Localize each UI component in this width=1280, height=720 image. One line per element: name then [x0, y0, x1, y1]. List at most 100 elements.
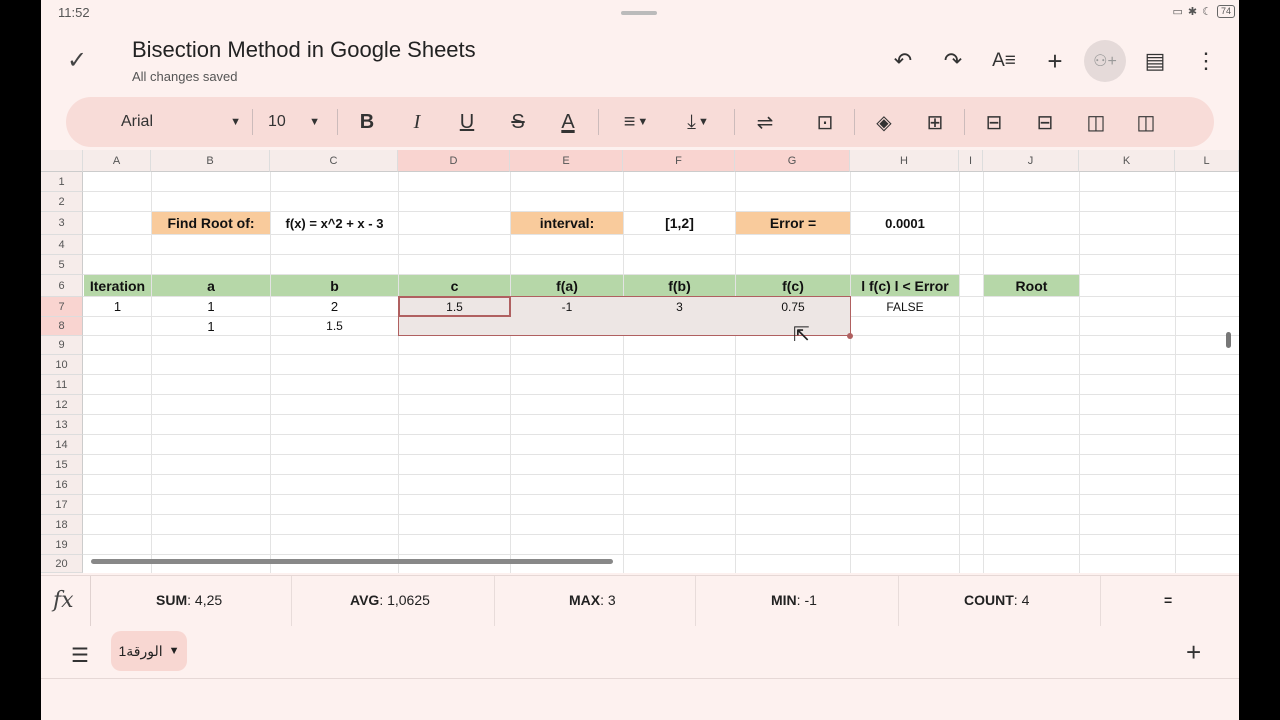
check-icon[interactable]: ✓: [67, 46, 87, 75]
row-header-1[interactable]: 1: [41, 172, 83, 192]
cell-g3[interactable]: Error =: [736, 212, 850, 234]
stat-count[interactable]: COUNT: 4: [964, 592, 1029, 608]
sheet-tab-active[interactable]: الورقة1 ▼: [111, 631, 187, 671]
select-all-corner[interactable]: [41, 150, 83, 172]
column-header-c[interactable]: C: [270, 150, 398, 172]
column-header-a[interactable]: A: [83, 150, 151, 172]
wrap-text-icon[interactable]: ⇌: [750, 97, 780, 147]
insert-row-above-icon[interactable]: ⊟: [979, 97, 1009, 147]
comment-icon[interactable]: ▤: [1134, 40, 1176, 82]
stat-avg[interactable]: AVG: 1,0625: [350, 592, 430, 608]
cell-e3[interactable]: interval:: [511, 212, 623, 234]
stat-sum[interactable]: SUM: 4,25: [156, 592, 222, 608]
column-header-g[interactable]: G: [735, 150, 850, 172]
column-header-h[interactable]: H: [850, 150, 959, 172]
cell-h6[interactable]: l f(c) l < Error: [851, 275, 959, 296]
column-header-d[interactable]: D: [398, 150, 510, 172]
doc-title[interactable]: Bisection Method in Google Sheets: [132, 37, 476, 63]
cell-b3[interactable]: Find Root of:: [152, 212, 270, 234]
strikethrough-icon[interactable]: S: [503, 97, 533, 147]
stat-min[interactable]: MIN: -1: [771, 592, 817, 608]
cell-g6[interactable]: f(c): [736, 275, 850, 296]
column-header-b[interactable]: B: [151, 150, 270, 172]
cell-h3[interactable]: 0.0001: [851, 212, 959, 234]
fill-color-icon[interactable]: ◈: [869, 97, 899, 147]
insert-row-below-icon[interactable]: ⊟: [1030, 97, 1060, 147]
row-header-18[interactable]: 18: [41, 515, 83, 535]
drag-handle[interactable]: [621, 11, 657, 15]
stat-equals[interactable]: =: [1164, 592, 1172, 608]
borders-icon[interactable]: ⊞: [920, 97, 950, 147]
cell-c3[interactable]: f(x) = x^2 + x - 3: [271, 212, 398, 234]
font-family-select[interactable]: Arial ▼: [121, 97, 241, 147]
row-header-3[interactable]: 3: [41, 212, 83, 235]
gridline: [398, 172, 399, 573]
row-header-5[interactable]: 5: [41, 255, 83, 275]
row-header-11[interactable]: 11: [41, 375, 83, 395]
row-header-20[interactable]: 20: [41, 555, 83, 573]
vertical-scrollbar[interactable]: [1226, 332, 1231, 348]
cell-a7[interactable]: 1: [84, 297, 151, 316]
horizontal-scrollbar[interactable]: [91, 559, 613, 564]
font-size-select[interactable]: 10 ▼: [268, 97, 320, 147]
all-sheets-icon[interactable]: ☰: [71, 643, 89, 668]
row-header-16[interactable]: 16: [41, 475, 83, 495]
row-header-14[interactable]: 14: [41, 435, 83, 455]
fx-icon[interactable]: fx: [53, 588, 74, 613]
row-header-2[interactable]: 2: [41, 192, 83, 212]
vertical-align-icon[interactable]: ⤓ ▼: [678, 97, 718, 147]
bold-icon[interactable]: B: [352, 97, 382, 147]
column-header-k[interactable]: K: [1079, 150, 1175, 172]
column-header-e[interactable]: E: [510, 150, 623, 172]
undo-icon[interactable]: ↶: [882, 40, 924, 82]
more-icon[interactable]: ⋮: [1185, 40, 1227, 82]
share-icon[interactable]: ⚇+: [1084, 40, 1126, 82]
underline-icon[interactable]: U: [452, 97, 482, 147]
column-header-f[interactable]: F: [623, 150, 735, 172]
cell-b7[interactable]: 1: [152, 297, 270, 316]
cell-h7[interactable]: FALSE: [851, 297, 959, 316]
merge-cells-icon[interactable]: ⊡: [810, 97, 840, 147]
row-header-13[interactable]: 13: [41, 415, 83, 435]
fill-handle[interactable]: [847, 333, 853, 339]
divider: [734, 109, 735, 135]
chevron-down-icon: ▼: [168, 645, 180, 657]
row-header-10[interactable]: 10: [41, 355, 83, 375]
column-header-i[interactable]: I: [959, 150, 983, 172]
cell-c6[interactable]: b: [271, 275, 398, 296]
redo-icon[interactable]: ↷: [932, 40, 974, 82]
add-icon[interactable]: +: [1034, 40, 1076, 82]
cell-c8[interactable]: 1.5: [271, 317, 398, 335]
text-color-icon[interactable]: A: [553, 97, 583, 147]
cell-b6[interactable]: a: [152, 275, 270, 296]
column-header-j[interactable]: J: [983, 150, 1079, 172]
column-header-l[interactable]: L: [1175, 150, 1239, 172]
chevron-down-icon: ▼: [230, 116, 241, 128]
row-header-7[interactable]: 7: [41, 297, 83, 317]
text-format-icon[interactable]: A≡: [983, 40, 1025, 82]
cell-e6[interactable]: f(a): [511, 275, 623, 296]
cell-c7[interactable]: 2: [271, 297, 398, 316]
row-header-9[interactable]: 9: [41, 336, 83, 355]
align-icon[interactable]: ≡ ▼: [616, 97, 656, 147]
row-header-6[interactable]: 6: [41, 275, 83, 297]
spreadsheet-grid[interactable]: A B C D E F G H I J K L 1 2 3 4 5 6 7 8 …: [41, 150, 1239, 573]
cell-f6[interactable]: f(b): [624, 275, 735, 296]
insert-column-right-icon[interactable]: ◫: [1131, 97, 1161, 147]
cell-b8[interactable]: 1: [152, 317, 270, 335]
cell-j6[interactable]: Root: [984, 275, 1079, 296]
stat-max[interactable]: MAX: 3: [569, 592, 616, 608]
row-header-19[interactable]: 19: [41, 535, 83, 555]
italic-icon[interactable]: I: [402, 97, 432, 147]
cell-d6[interactable]: c: [399, 275, 510, 296]
cell-f3[interactable]: [1,2]: [624, 212, 735, 234]
row-header-17[interactable]: 17: [41, 495, 83, 515]
cell-a6[interactable]: Iteration: [84, 275, 151, 296]
row-header-12[interactable]: 12: [41, 395, 83, 415]
add-sheet-icon[interactable]: +: [1186, 637, 1201, 668]
divider: [854, 109, 855, 135]
row-header-15[interactable]: 15: [41, 455, 83, 475]
row-header-4[interactable]: 4: [41, 235, 83, 255]
insert-column-left-icon[interactable]: ◫: [1081, 97, 1111, 147]
row-header-8[interactable]: 8: [41, 317, 83, 336]
